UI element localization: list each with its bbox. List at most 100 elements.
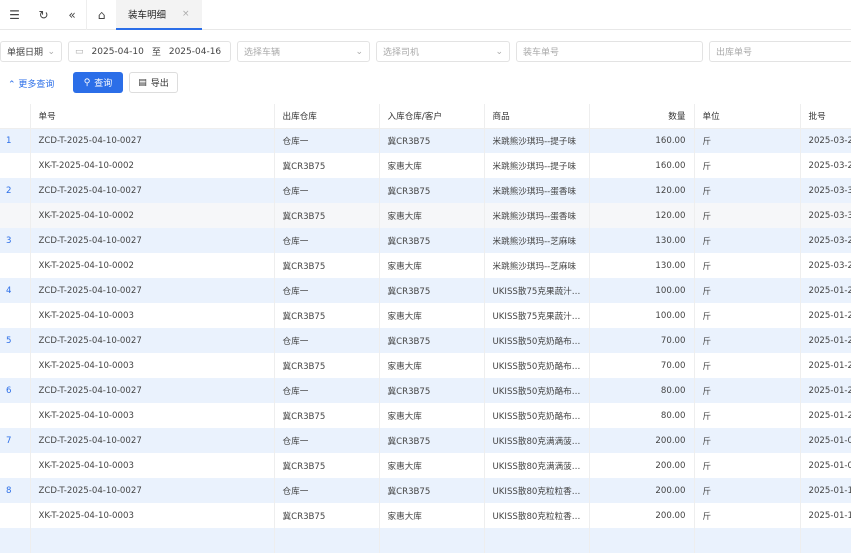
cell-unit: 斤 [694, 203, 801, 228]
close-icon[interactable]: × [182, 9, 190, 19]
export-button[interactable]: ▤ 导出 [129, 72, 178, 93]
cell-quantity: 200.00 [589, 453, 695, 478]
table-row[interactable]: XK-T-2025-04-10-0003 冀CR3B75 家惠大库 UKISS散75克… [0, 303, 851, 328]
cell-out-warehouse: 仓库一 [274, 328, 380, 353]
cell-index [0, 503, 31, 528]
cell-batch: 2025-03-20 [800, 228, 851, 253]
cell-unit: 斤 [694, 478, 801, 503]
date-type-value: 单据日期 [7, 48, 44, 58]
table-row[interactable]: 4 ZCD-T-2025-04-10-0027 仓库一 冀CR3B75 UKISS散75… [0, 278, 851, 303]
cell-index [0, 403, 31, 428]
table-row[interactable]: 5 ZCD-T-2025-04-10-0027 仓库一 冀CR3B75 UKISS散50… [0, 328, 851, 353]
table-row[interactable]: 2 ZCD-T-2025-04-10-0027 仓库一 冀CR3B75 米跳熊沙琪玛--… [0, 178, 851, 203]
cell-quantity: 160.00 [589, 128, 695, 153]
cell-unit: 斤 [694, 153, 801, 178]
table-row[interactable]: 1 ZCD-T-2025-04-10-0027 仓库一 冀CR3B75 米跳熊沙琪玛--… [0, 128, 851, 153]
table-row[interactable]: 6 ZCD-T-2025-04-10-0027 仓库一 冀CR3B75 UKISS散50… [0, 378, 851, 403]
table-row[interactable]: XK-T-2025-04-10-0002 冀CR3B75 家惠大库 米跳熊沙琪玛--芝… [0, 253, 851, 278]
search-icon: ⚲ [83, 77, 91, 88]
refresh-icon[interactable]: ↻ [29, 0, 58, 30]
cell-batch: 2025-01-22 [800, 303, 851, 328]
date-to[interactable]: 2025-04-16 [169, 47, 221, 57]
more-query-label: 更多查询 [18, 80, 55, 90]
chevron-down-icon: ⌄ [495, 46, 503, 57]
query-button[interactable]: ⚲ 查询 [73, 72, 123, 93]
load-no-input[interactable]: 装车单号 [516, 41, 703, 62]
column-header-in-warehouse[interactable]: 入库仓库/客户 [379, 104, 485, 129]
cell-unit: 斤 [694, 253, 801, 278]
cell-batch: 2025-01-15 [800, 478, 851, 503]
driver-select[interactable]: 选择司机 ⌄ [376, 41, 510, 62]
table-row[interactable]: XK-T-2025-04-10-0002 冀CR3B75 家惠大库 米跳熊沙琪玛--提… [0, 153, 851, 178]
cell-in-warehouse: 家惠大库 [379, 353, 485, 378]
cell-in-warehouse: 家惠大库 [379, 303, 485, 328]
cell-in-warehouse: 家惠大库 [379, 253, 485, 278]
cell-out-warehouse: 冀CR3B75 [274, 153, 380, 178]
out-no-placeholder: 出库单号 [716, 48, 753, 58]
date-separator: 至 [151, 48, 161, 58]
cell-goods: 米跳熊沙琪玛--蛋香味 [484, 203, 590, 228]
cell-index: 5 [0, 328, 31, 353]
cell-batch: 2025-03-31 [800, 178, 851, 203]
column-header-goods[interactable]: 商品 [484, 104, 590, 129]
load-detail-table: 单号 出库仓库 入库仓库/客户 商品 数量 单位 批号 1 ZCD-T-2025-04-10-… [0, 104, 851, 553]
load-no-placeholder: 装车单号 [523, 48, 560, 58]
cell-no: XK-T-2025-04-10-0002 [30, 203, 275, 228]
table-row[interactable]: XK-T-2025-04-10-0003 冀CR3B75 家惠大库 UKISS散80克… [0, 503, 851, 528]
chevron-up-icon: ⌃ [8, 80, 16, 90]
cell-out-warehouse: 冀CR3B75 [274, 203, 380, 228]
home-icon[interactable]: ⌂ [87, 0, 116, 30]
column-header-out-warehouse[interactable]: 出库仓库 [274, 104, 380, 129]
cell-no: ZCD-T-2025-04-10-0027 [30, 178, 275, 203]
column-header-unit[interactable]: 单位 [694, 104, 801, 129]
column-header-batch[interactable]: 批号 [800, 104, 851, 129]
cell-out-warehouse: 冀CR3B75 [274, 503, 380, 528]
out-no-input[interactable]: 出库单号 [709, 41, 851, 62]
date-from[interactable]: 2025-04-10 [92, 47, 144, 57]
cell-batch: 2025-01-03 [800, 453, 851, 478]
table-row[interactable]: XK-T-2025-04-10-0002 冀CR3B75 家惠大库 米跳熊沙琪玛--蛋… [0, 203, 851, 228]
table-row[interactable]: 8 ZCD-T-2025-04-10-0027 仓库一 冀CR3B75 UKISS散80… [0, 478, 851, 503]
cell-quantity: 80.00 [589, 403, 695, 428]
cell-no: ZCD-T-2025-04-10-0027 [30, 328, 275, 353]
column-header-no[interactable]: 单号 [30, 104, 275, 129]
cell-index [0, 453, 31, 478]
table-row[interactable]: 7 ZCD-T-2025-04-10-0027 仓库一 冀CR3B75 UKISS散80… [0, 428, 851, 453]
cell-batch: 2025-03-26 [800, 153, 851, 178]
cell-goods: 米跳熊沙琪玛--提子味 [484, 128, 590, 153]
cell-unit: 斤 [694, 303, 801, 328]
tab-load-detail[interactable]: 装车明细 × [116, 0, 202, 30]
cell-index [0, 253, 31, 278]
table-row[interactable]: XK-T-2025-04-10-0003 冀CR3B75 家惠大库 UKISS散50克… [0, 353, 851, 378]
menu-fold-icon[interactable]: ☰ [0, 0, 29, 30]
date-type-select[interactable]: 单据日期 ⌄ [0, 41, 62, 62]
cell-goods: UKISS散50克奶酪布… [484, 403, 590, 428]
cell-quantity: 70.00 [589, 328, 695, 353]
column-header-index[interactable] [0, 104, 31, 129]
cell-unit: 斤 [694, 128, 801, 153]
cell-goods: UKISS散50克奶酪布… [484, 353, 590, 378]
cell-in-warehouse: 家惠大库 [379, 503, 485, 528]
cell-in-warehouse: 冀CR3B75 [379, 178, 485, 203]
date-range-picker[interactable]: ▭ 2025-04-10 至 2025-04-16 [68, 41, 231, 62]
cell-out-warehouse: 冀CR3B75 [274, 353, 380, 378]
top-bar: ☰ ↻ « ⌂ 装车明细 × [0, 0, 851, 30]
table-row[interactable]: XK-T-2025-04-10-0003 冀CR3B75 家惠大库 UKISS散80克… [0, 453, 851, 478]
cell-in-warehouse: 冀CR3B75 [379, 228, 485, 253]
vehicle-select[interactable]: 选择车辆 ⌄ [237, 41, 370, 62]
cell-batch: 2025-01-22 [800, 403, 851, 428]
driver-placeholder: 选择司机 [383, 48, 420, 58]
cell-unit: 斤 [694, 453, 801, 478]
cell-out-warehouse: 仓库一 [274, 378, 380, 403]
cell-quantity: 200.00 [589, 428, 695, 453]
cell-goods: 米跳熊沙琪玛--芝麻味 [484, 253, 590, 278]
chevron-down-icon: ⌄ [47, 46, 55, 57]
cell-index: 4 [0, 278, 31, 303]
table-row[interactable]: XK-T-2025-04-10-0003 冀CR3B75 家惠大库 UKISS散50克… [0, 403, 851, 428]
cell-no: XK-T-2025-04-10-0002 [30, 253, 275, 278]
table-row[interactable]: 3 ZCD-T-2025-04-10-0027 仓库一 冀CR3B75 米跳熊沙琪玛--… [0, 228, 851, 253]
cell-no: XK-T-2025-04-10-0003 [30, 353, 275, 378]
column-header-quantity[interactable]: 数量 [589, 104, 695, 129]
collapse-left-icon[interactable]: « [58, 0, 87, 30]
more-query-toggle[interactable]: ⌃ 更多查询 [8, 77, 54, 90]
